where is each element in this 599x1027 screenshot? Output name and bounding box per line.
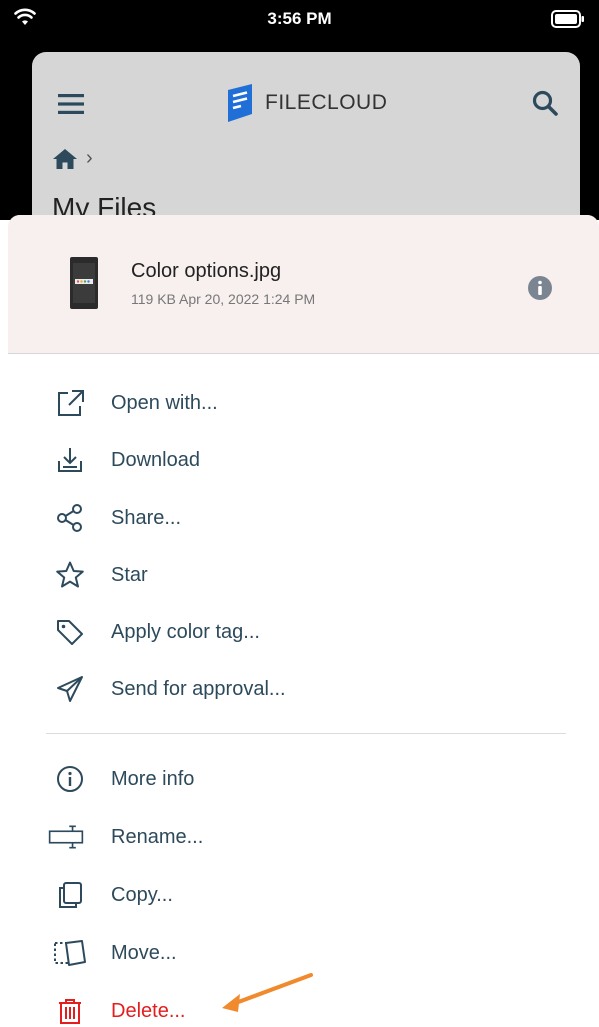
menu-item-open-with[interactable]: Open with... [8,379,599,427]
move-icon [52,935,88,971]
menu-item-send-for-approval[interactable]: Send for approval... [8,665,599,713]
menu-item-move[interactable]: Move... [8,929,599,977]
menu-divider [46,733,566,734]
menu-item-share[interactable]: Share... [8,494,599,542]
menu-item-star[interactable]: Star [8,551,599,599]
file-meta: 119 KB Apr 20, 2022 1:24 PM [131,291,316,307]
status-time: 3:56 PM [267,9,332,28]
menu-item-more-info[interactable]: More info [8,755,599,803]
info-circle-icon [52,761,88,797]
file-name: Color options.jpg [131,260,282,282]
battery-icon [551,10,584,28]
info-icon[interactable] [527,275,553,301]
file-header: Color options.jpg 119 KB Apr 20, 2022 1:… [8,215,599,354]
download-icon [52,442,88,478]
copy-icon [52,877,88,913]
chevron-right-icon: › [86,147,93,169]
trash-icon [52,993,88,1027]
breadcrumb: › [52,147,93,170]
filecloud-logo: FILECLOUD [225,84,387,122]
menu-item-delete[interactable]: Delete... [8,987,599,1027]
menu-label-share: Share... [111,506,182,529]
filecloud-logo-icon [228,84,252,122]
home-icon[interactable] [52,148,78,170]
menu-label-open-with: Open with... [111,391,218,414]
menu-item-rename[interactable]: Rename... [8,813,599,861]
search-icon[interactable] [532,90,558,116]
paper-plane-icon [52,671,88,707]
rename-icon [48,819,84,855]
menu-label-delete: Delete... [111,999,186,1022]
share-icon [52,500,88,536]
action-sheet: Color options.jpg 119 KB Apr 20, 2022 1:… [8,215,599,1027]
menu-item-copy[interactable]: Copy... [8,871,599,919]
menu-label-download: Download [111,448,200,471]
menu-label-move: Move... [111,941,177,964]
status-bar: 3:56 PM [0,0,599,40]
menu-label-apply-color-tag: Apply color tag... [111,620,260,643]
logo-text: FILECLOUD [265,91,388,114]
menu-item-apply-color-tag[interactable]: Apply color tag... [8,608,599,656]
file-thumbnail [70,257,98,309]
menu-label-copy: Copy... [111,883,173,906]
star-icon [52,557,88,593]
tag-icon [52,614,88,650]
menu-label-send-for-approval: Send for approval... [111,677,286,700]
menu-icon[interactable] [58,94,84,114]
open-external-icon [52,385,88,421]
menu-label-rename: Rename... [111,825,204,848]
thumbnail-image [73,263,95,303]
menu-label-star: Star [111,563,148,586]
menu-label-more-info: More info [111,767,195,790]
menu-item-download[interactable]: Download [8,436,599,484]
